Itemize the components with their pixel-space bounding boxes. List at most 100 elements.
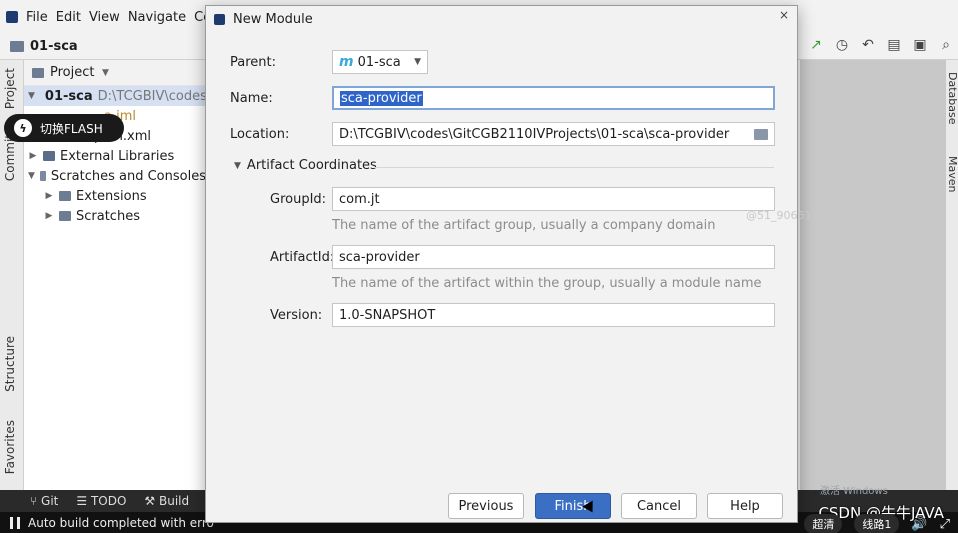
name-value: sca-provider — [340, 90, 423, 106]
artifact-coordinates-section[interactable]: ▼ Artifact Coordinates — [234, 158, 377, 173]
run-window-icon[interactable]: ▣ — [912, 37, 928, 53]
maven-tool-tab[interactable]: Maven — [946, 156, 958, 192]
tree-row-scratches-consoles[interactable]: ▼ Scratches and Consoles — [24, 166, 206, 186]
tree-label: Extensions — [76, 188, 147, 204]
undo-icon[interactable]: ↶ — [860, 37, 876, 53]
tree-row-root[interactable]: ▼ 01-sca D:\TCGBIV\codes — [24, 86, 207, 106]
intellij-app-icon — [6, 11, 18, 23]
right-tool-stripe: Database Maven — [946, 60, 958, 490]
groupid-hint: The name of the artifact group, usually … — [332, 218, 716, 233]
menu-view[interactable]: View — [89, 10, 120, 25]
chevron-down-icon[interactable]: ▼ — [28, 91, 35, 101]
folder-icon — [59, 191, 71, 201]
artifactid-input[interactable]: sca-provider — [332, 245, 775, 269]
version-label: Version: — [270, 308, 323, 323]
project-tool-tab[interactable]: Project — [3, 68, 17, 109]
volume-icon[interactable]: 🔊 — [911, 517, 927, 532]
name-input[interactable]: sca-provider — [332, 86, 775, 110]
dialog-title-bar: New Module — [206, 6, 797, 32]
chevron-right-icon[interactable]: ▶ — [44, 211, 54, 221]
section-divider — [374, 167, 774, 168]
build-tool-tab[interactable]: ⚒ Build — [144, 494, 189, 508]
todo-tool-tab[interactable]: ☰ TODO — [76, 494, 126, 508]
todo-label: TODO — [90, 494, 127, 508]
search-icon[interactable]: ⌕ — [938, 37, 954, 53]
location-value: D:\TCGBIV\codes\GitCGB2110IVProjects\01-… — [339, 126, 730, 142]
scratches-icon — [39, 171, 46, 181]
version-input[interactable]: 1.0-SNAPSHOT — [332, 303, 775, 327]
help-button[interactable]: Help — [707, 493, 783, 519]
project-breadcrumb[interactable]: 01-sca — [10, 39, 78, 54]
pause-icon[interactable] — [10, 516, 20, 529]
project-panel-title[interactable]: Project — [50, 65, 94, 80]
editor-area — [800, 60, 946, 490]
windows-activation-watermark: 激活 Windows — [820, 486, 888, 497]
section-title: Artifact Coordinates — [246, 158, 377, 173]
parent-value: 01-sca — [357, 54, 401, 70]
favorites-tool-tab[interactable]: Favorites — [3, 420, 17, 474]
flash-icon: ϟ — [14, 119, 32, 137]
parent-select[interactable]: m 01-sca ▼ — [332, 50, 428, 74]
tree-label: External Libraries — [60, 148, 175, 164]
flash-toggle-pill[interactable]: ϟ 切换FLASH — [4, 114, 124, 142]
folder-icon — [59, 211, 71, 221]
project-crumb-label: 01-sca — [30, 39, 78, 54]
artifactid-hint: The name of the artifact within the grou… — [332, 276, 762, 291]
tree-label: Scratches and Consoles — [50, 168, 206, 184]
intellij-app-icon — [214, 13, 225, 25]
status-text: Auto build completed with erro — [28, 515, 214, 530]
flash-label: 切换FLASH — [40, 121, 103, 136]
library-icon — [43, 151, 55, 161]
browse-folder-icon[interactable] — [754, 128, 768, 140]
cancel-button[interactable]: Cancel — [621, 493, 697, 519]
location-label: Location: — [230, 127, 290, 142]
history-icon[interactable]: ◷ — [834, 37, 850, 53]
structure-tool-tab[interactable]: Structure — [3, 336, 17, 392]
git-tool-tab[interactable]: ⑂ Git — [30, 494, 58, 508]
chevron-right-icon[interactable]: ▶ — [44, 191, 54, 201]
finish-button[interactable]: Finish — [535, 493, 611, 519]
artifactid-label: ArtifactId: — [270, 250, 335, 265]
right-toolbar: ↗ ◷ ↶ ▤ ▣ ⌕ — [808, 37, 958, 53]
menu-file[interactable]: File — [26, 10, 48, 25]
chevron-right-icon[interactable]: ▶ — [28, 151, 38, 161]
folder-icon — [10, 41, 24, 52]
project-view-icon — [32, 67, 44, 78]
chevron-down-icon: ▼ — [234, 160, 241, 171]
project-structure-icon[interactable]: ▤ — [886, 37, 902, 53]
database-tool-tab[interactable]: Database — [946, 72, 958, 125]
name-label: Name: — [230, 91, 273, 106]
quality-button[interactable]: 超清 — [804, 514, 843, 533]
chevron-down-icon[interactable]: ▼ — [100, 68, 110, 78]
csdn-id-watermark: @51_90661 — [746, 209, 812, 222]
menu-edit[interactable]: Edit — [56, 10, 81, 25]
location-input[interactable]: D:\TCGBIV\codes\GitCGB2110IVProjects\01-… — [332, 122, 775, 146]
tree-row-scratches[interactable]: ▶ Scratches — [24, 206, 206, 226]
tree-label: Scratches — [76, 208, 140, 224]
close-icon[interactable]: × — [779, 8, 789, 22]
video-controls: 超清 线路1 🔊 ⤢ — [804, 514, 950, 533]
maven-module-icon: m — [339, 54, 354, 70]
chevron-down-icon[interactable]: ▼ — [28, 171, 35, 181]
menu-navigate[interactable]: Navigate — [128, 10, 186, 25]
build-label: Build — [158, 494, 190, 508]
tree-row-extensions[interactable]: ▶ Extensions — [24, 186, 206, 206]
tree-path: D:\TCGBIV\codes — [97, 88, 207, 104]
git-label: Git — [41, 494, 59, 508]
groupid-input[interactable]: com.jt — [332, 187, 775, 211]
artifactid-value: sca-provider — [339, 249, 420, 265]
groupid-value: com.jt — [339, 191, 380, 207]
fullscreen-icon[interactable]: ⤢ — [940, 517, 950, 532]
line-button[interactable]: 线路1 — [854, 514, 900, 533]
project-panel-header: Project ▼ — [24, 60, 206, 86]
tree-label: 01-sca — [44, 88, 93, 104]
dialog-title: New Module — [233, 11, 313, 27]
parent-label: Parent: — [230, 55, 276, 70]
version-value: 1.0-SNAPSHOT — [339, 307, 436, 323]
previous-button[interactable]: Previous — [448, 493, 524, 519]
vcs-update-icon[interactable]: ↗ — [808, 37, 824, 53]
groupid-label: GroupId: — [270, 192, 327, 207]
new-module-dialog: New Module × Parent: m 01-sca ▼ Name: sc… — [205, 5, 812, 523]
tree-row-external-libraries[interactable]: ▶ External Libraries — [24, 146, 206, 166]
chevron-down-icon: ▼ — [414, 57, 421, 67]
